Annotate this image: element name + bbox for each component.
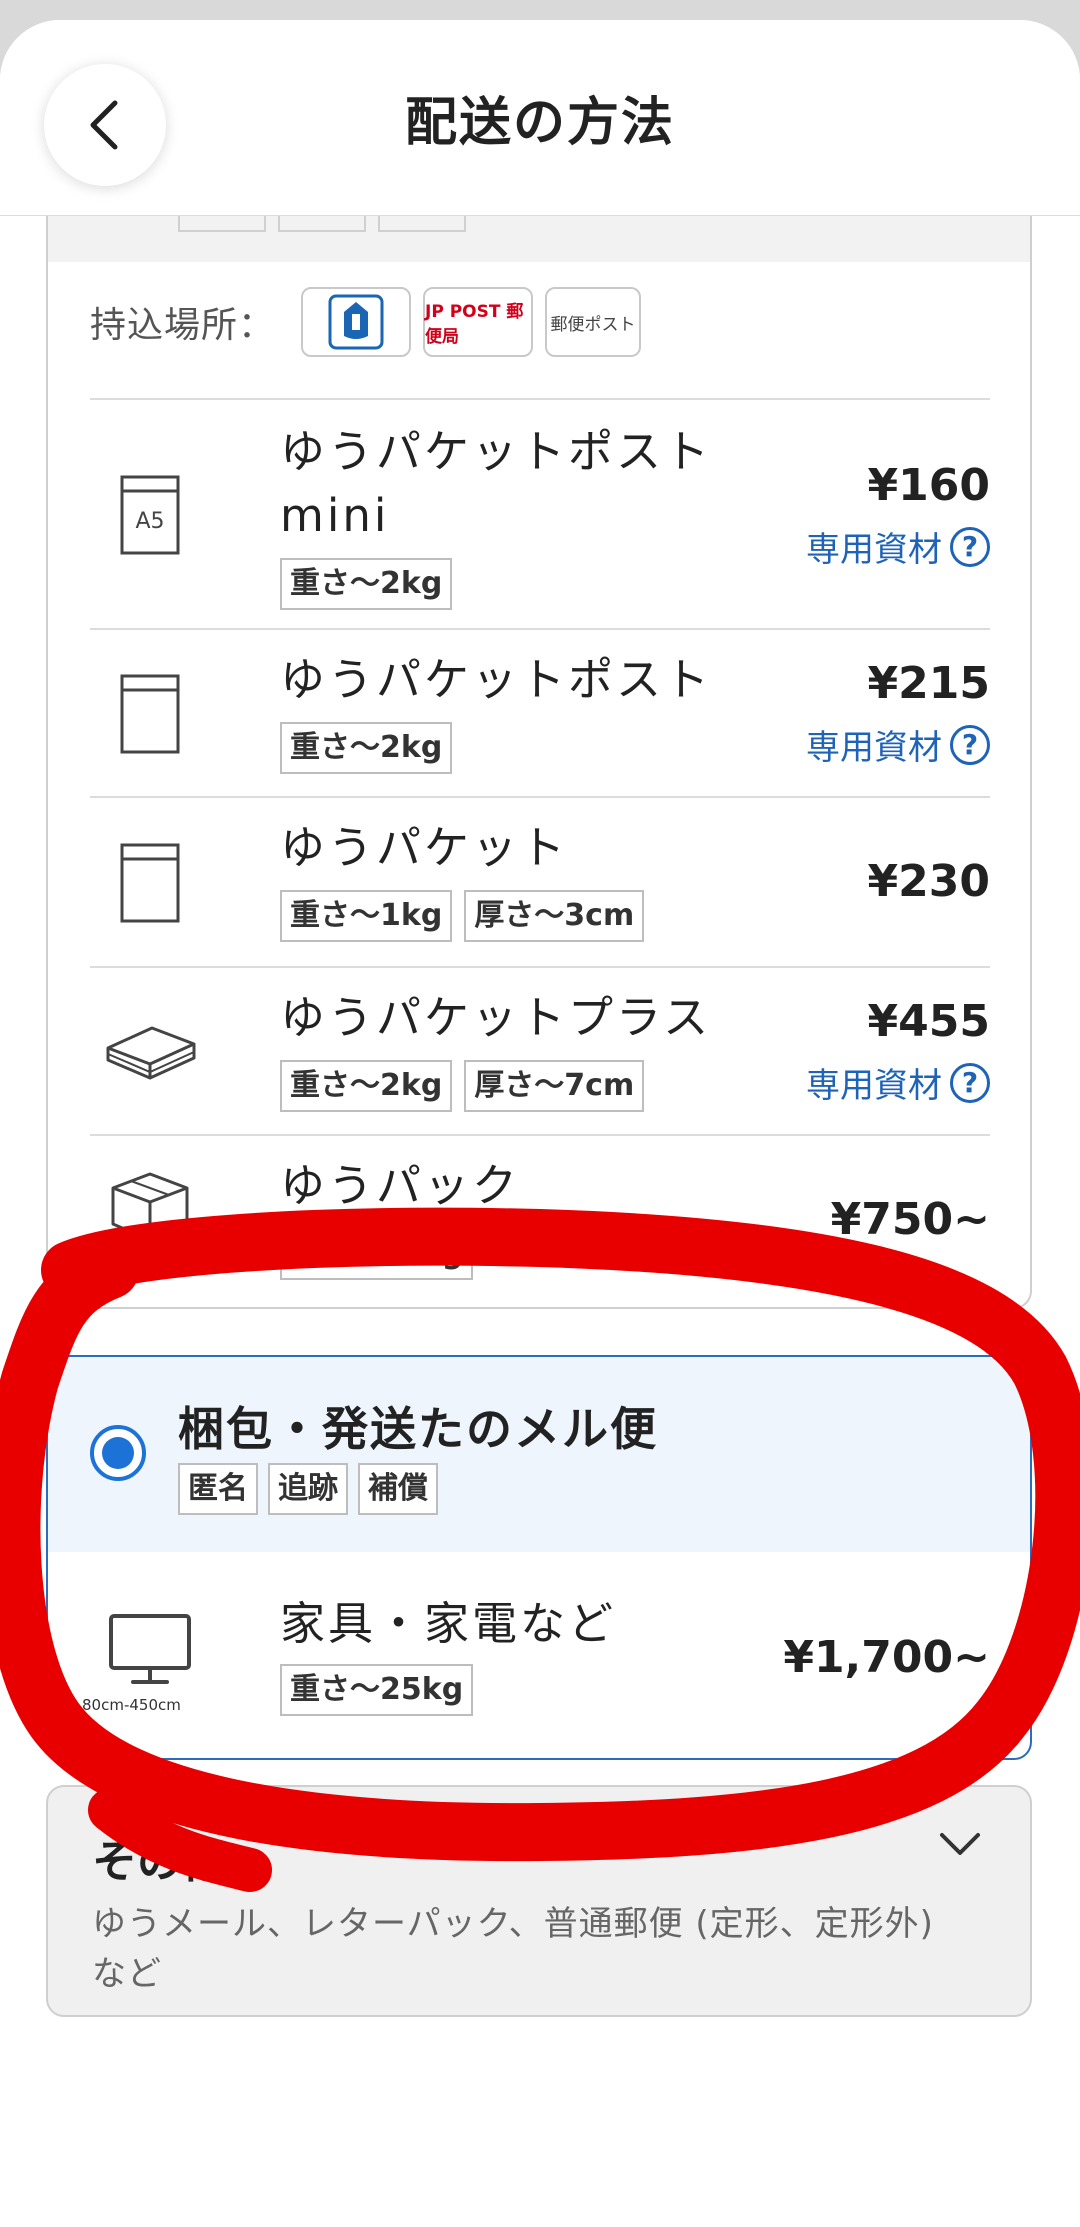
weight-tag: 重さ〜2kg — [280, 558, 453, 610]
option-yu-pack[interactable]: 60cm-170cm ゆうパック 重さ〜25kg ¥750~ — [90, 1134, 990, 1304]
option-price: ¥215 — [867, 658, 990, 709]
option-name: ゆうパケットポスト — [280, 425, 713, 478]
tracking-tag: 追跡 — [268, 1463, 348, 1515]
other-methods-card[interactable]: その他 ゆうメール、レターパック、普通郵便 (定形、定形外) など — [46, 1785, 1032, 2017]
compensation-tag: 補償 — [358, 1463, 438, 1515]
option-yu-packet-post-mini[interactable]: A5 ゆうパケットポスト mini 重さ〜2kg ¥160 専用資材 ? — [90, 398, 990, 630]
chevron-down-icon[interactable] — [938, 1831, 982, 1863]
lawson-station-logo — [301, 287, 412, 357]
envelope-a5-icon: A5 — [90, 400, 210, 630]
help-icon[interactable]: ? — [950, 724, 990, 765]
dropoff-label: 持込場所： — [90, 305, 276, 346]
yu-packet-group-card: 持込場所： JP POST 郵便局 郵便ポスト A5 ゆうパケットポスト min… — [46, 170, 1032, 1309]
option-price: ¥750~ — [830, 1194, 990, 1245]
option-yu-packet[interactable]: ゆうパケット 重さ〜1kg 厚さ〜3cm ¥230 — [90, 796, 990, 968]
dropoff-locations: 持込場所： JP POST 郵便局 郵便ポスト — [90, 284, 990, 360]
option-name: ゆうパケットポスト — [280, 653, 713, 706]
option-price: ¥455 — [867, 996, 990, 1047]
anonymous-tag: 匿名 — [178, 1463, 258, 1515]
material-link[interactable]: 専用資材 ? — [806, 1058, 990, 1107]
size-caption: 80cm-450cm — [82, 1696, 181, 1714]
japan-post-logo: JP POST 郵便局 — [423, 287, 534, 357]
meru-bin-card[interactable]: 梱包・発送たのメル便 匿名 追跡 補償 80cm-450cm 家具・家電など 重… — [46, 1355, 1032, 1760]
option-yu-packet-plus[interactable]: ゆうパケットプラス 重さ〜2kg 厚さ〜7cm ¥455 専用資材 ? — [90, 966, 990, 1136]
option-name-line2: mini — [280, 489, 390, 542]
option-yu-packet-post[interactable]: ゆうパケットポスト 重さ〜2kg ¥215 専用資材 ? — [90, 628, 990, 798]
weight-tag: 重さ〜2kg — [280, 1060, 453, 1112]
option-price: ¥230 — [867, 856, 990, 907]
chevron-left-icon — [90, 100, 118, 150]
material-link[interactable]: 専用資材 ? — [806, 522, 990, 571]
option-name: ゆうパケットプラス — [280, 991, 712, 1044]
flat-box-icon — [90, 968, 210, 1136]
other-description: ゆうメール、レターパック、普通郵便 (定形、定形外) など — [92, 1904, 934, 1994]
svg-text:A5: A5 — [135, 509, 164, 534]
weight-tag: 重さ〜25kg — [280, 1664, 474, 1716]
envelope-icon — [90, 798, 210, 968]
option-price: ¥1,700~ — [783, 1632, 990, 1683]
post-box-chip: 郵便ポスト — [545, 287, 642, 357]
post-box-label: 郵便ポスト — [550, 314, 636, 335]
thickness-tag: 厚さ〜7cm — [464, 1060, 645, 1112]
monitor-icon — [90, 1552, 210, 1758]
meru-bin-title: 梱包・発送たのメル便 — [178, 1402, 658, 1456]
envelope-icon — [90, 630, 210, 798]
weight-tag: 重さ〜25kg — [280, 1228, 474, 1280]
thickness-tag: 厚さ〜3cm — [464, 890, 645, 942]
weight-tag: 重さ〜2kg — [280, 722, 453, 774]
help-icon[interactable]: ? — [950, 526, 990, 567]
option-name: ゆうパケット — [280, 821, 569, 874]
option-price: ¥160 — [867, 460, 990, 511]
option-name: ゆうパック — [280, 1159, 521, 1212]
size-caption: 60cm-170cm — [98, 1256, 197, 1274]
radio-selected-dot — [102, 1437, 134, 1469]
meru-bin-radio[interactable] — [90, 1425, 146, 1481]
box-icon — [90, 1136, 210, 1304]
japan-post-logo-text: JP POST 郵便局 — [425, 302, 524, 347]
help-icon[interactable]: ? — [950, 1062, 990, 1103]
option-name: 家具・家電など — [280, 1597, 617, 1650]
shipping-method-sheet: 持込場所： JP POST 郵便局 郵便ポスト A5 ゆうパケットポスト min… — [0, 20, 1080, 2227]
back-button[interactable] — [44, 64, 166, 186]
other-title: その他 — [92, 1835, 228, 1888]
material-link[interactable]: 専用資材 ? — [806, 720, 990, 769]
weight-tag: 重さ〜1kg — [280, 890, 453, 942]
option-furniture-appliances[interactable]: 80cm-450cm 家具・家電など 重さ〜25kg ¥1,700~ — [82, 1552, 990, 1758]
top-bar: 配送の方法 — [0, 20, 1080, 216]
